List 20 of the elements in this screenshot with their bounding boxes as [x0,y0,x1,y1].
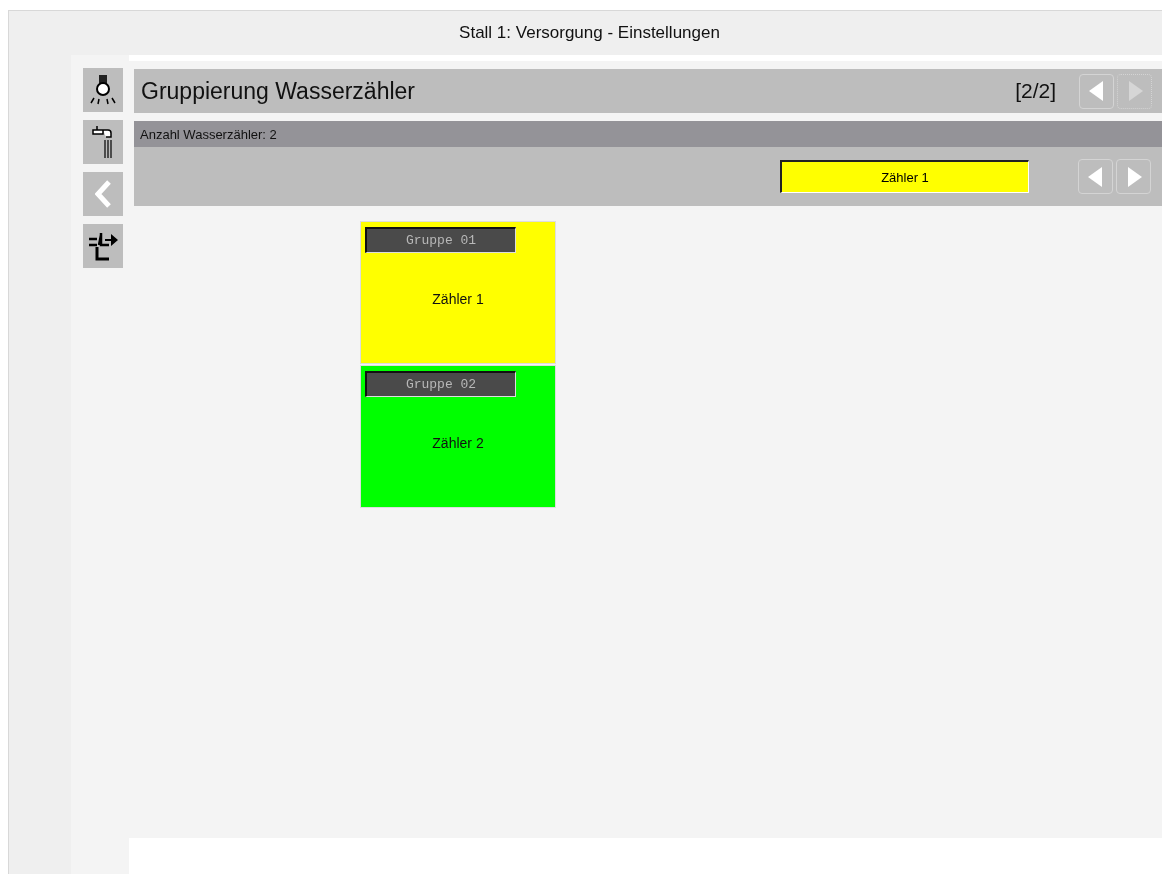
lamp-icon [87,73,118,107]
previous-button[interactable] [1078,159,1113,194]
group-card[interactable]: Gruppe 02 Zähler 2 [360,365,556,508]
page-title: Gruppierung Wasserzähler [141,77,416,105]
tap-icon [90,124,115,160]
back-button[interactable] [82,172,123,216]
meter-label: Zähler 2 [432,435,484,451]
previous-button[interactable] [1079,73,1114,109]
group-card[interactable]: Gruppe 01 Zähler 1 [360,221,556,364]
water-button[interactable] [82,120,123,164]
group-label: Gruppe 01 [365,227,516,253]
exit-button[interactable] [82,224,123,268]
page-counter: [2/2] [1015,79,1056,103]
lighting-button[interactable] [82,68,123,112]
meter-count: Anzahl Wasserzähler: 2 [140,126,277,142]
group-label: Gruppe 02 [365,371,516,397]
meter-label: Zähler 1 [432,291,484,307]
meter-selector[interactable]: Zähler 1 [780,160,1029,193]
next-button[interactable] [1116,159,1151,194]
window-title: Stall 1: Versorgung - Einstellungen [459,23,720,43]
